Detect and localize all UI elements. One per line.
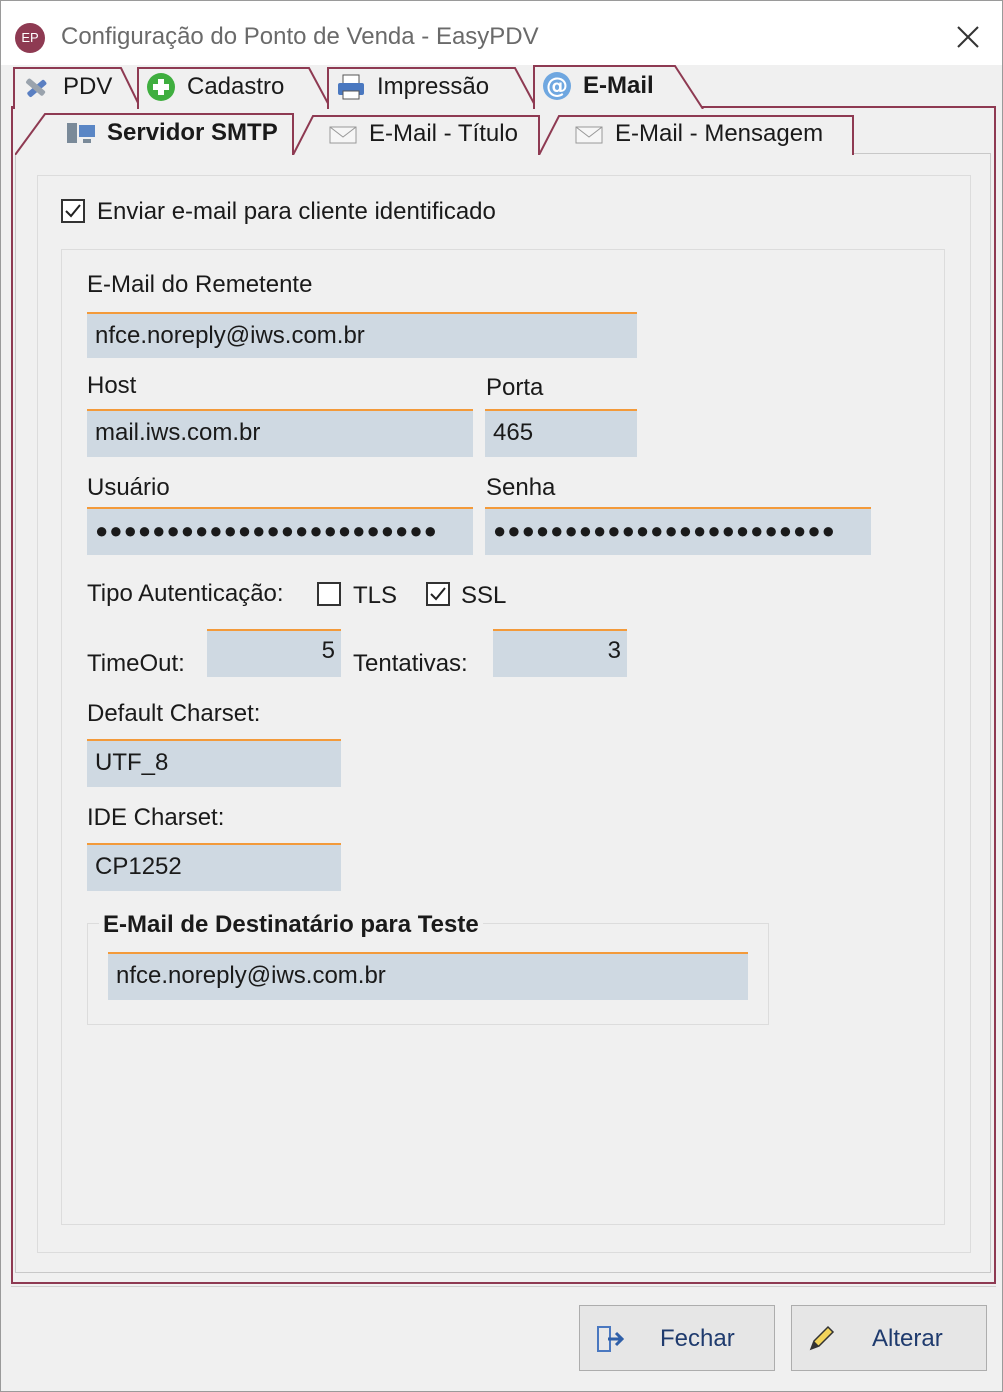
window-title: Configuração do Ponto de Venda - EasyPDV [61,23,539,50]
checkmark-icon [430,587,446,601]
timeout-label: TimeOut: [87,650,185,677]
at-icon: @ [543,72,571,100]
edit-button-label: Alterar [872,1325,943,1352]
tls-checkbox[interactable] [317,582,341,606]
user-label: Usuário [87,474,170,501]
test-recipient-field[interactable]: nfce.noreply@iws.com.br [108,952,748,1000]
close-button[interactable]: Fechar [579,1305,775,1371]
password-field[interactable]: ●●●●●●●●●●●●●●●●●●●●●●●● [485,507,871,555]
ide-charset-label: IDE Charset: [87,804,225,831]
close-icon [957,26,979,48]
send-email-checkbox[interactable] [61,199,85,223]
envelope-icon [575,126,603,144]
close-window-button[interactable] [948,19,988,55]
envelope-icon [329,126,357,144]
app-logo-icon: EP [15,23,45,53]
send-email-label: Enviar e-mail para cliente identificado [97,198,496,225]
user-field[interactable]: ●●●●●●●●●●●●●●●●●●●●●●●● [87,507,473,555]
attempts-field[interactable]: 3 [493,629,627,677]
tab-pdv-label: PDV [63,73,113,100]
ssl-label: SSL [461,582,507,609]
server-icon [67,123,95,143]
edit-button[interactable]: Alterar [791,1305,987,1371]
tab-email-titulo-label: E-Mail - Título [369,120,518,147]
pencil-icon [809,1325,835,1351]
printer-icon [338,74,364,100]
tab-email-label: E-Mail [583,72,654,99]
tab-email-mensagem[interactable]: E-Mail - Mensagem [539,113,855,155]
title-bar: EP Configuração do Ponto de Venda - Easy… [1,1,1002,65]
footer-divider [11,1286,996,1287]
tab-pdv[interactable]: PDV [13,65,143,109]
sender-email-field[interactable]: nfce.noreply@iws.com.br [87,312,637,358]
timeout-field[interactable]: 5 [207,629,341,677]
exit-door-icon [597,1326,624,1352]
tab-cadastro-label: Cadastro [187,73,285,100]
port-label: Porta [486,374,544,401]
host-label: Host [87,372,137,399]
close-button-label: Fechar [660,1325,735,1352]
port-field[interactable]: 465 [485,409,637,457]
tab-email-mensagem-label: E-Mail - Mensagem [615,120,824,147]
tools-icon [26,78,47,97]
test-recipient-group-title: E-Mail de Destinatário para Teste [99,911,483,939]
add-icon [147,73,175,101]
tab-servidor-smtp[interactable]: Servidor SMTP [15,111,295,155]
default-charset-label: Default Charset: [87,700,261,727]
tab-email[interactable]: @ E-Mail [533,63,705,109]
attempts-label: Tentativas: [353,650,468,677]
tls-label: TLS [353,582,398,609]
default-charset-field[interactable]: UTF_8 [87,739,341,787]
ide-charset-field[interactable]: CP1252 [87,843,341,891]
svg-text:@: @ [546,74,568,99]
sender-label: E-Mail do Remetente [87,271,313,298]
host-field[interactable]: mail.iws.com.br [87,409,473,457]
tab-servidor-smtp-label: Servidor SMTP [107,119,278,146]
password-label: Senha [486,474,556,501]
config-window: EP Configuração do Ponto de Venda - Easy… [0,0,1003,1392]
ssl-checkbox[interactable] [426,582,450,606]
tab-impressao[interactable]: Impressão [327,65,539,109]
tab-cadastro[interactable]: Cadastro [137,65,333,109]
tab-email-titulo[interactable]: E-Mail - Título [293,113,541,155]
tab-impressao-label: Impressão [377,73,490,100]
auth-type-label: Tipo Autenticação: [87,580,284,607]
checkmark-icon [65,204,81,218]
